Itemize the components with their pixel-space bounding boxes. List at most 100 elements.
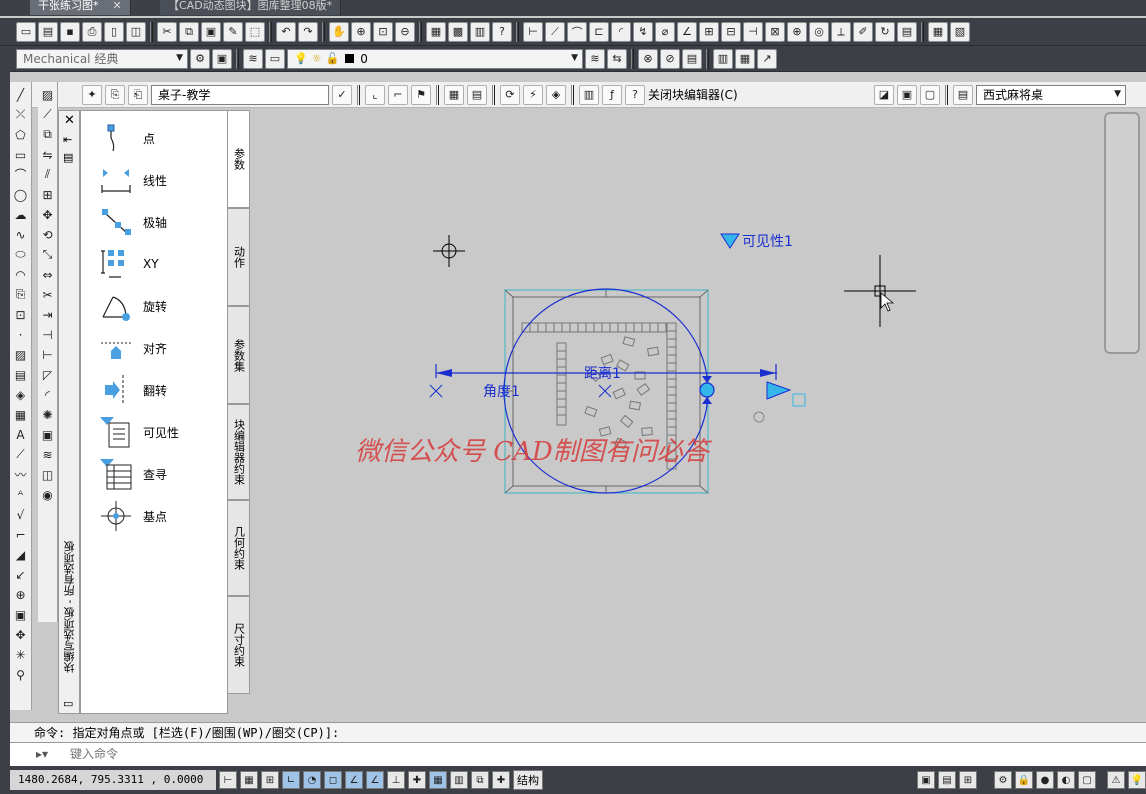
command-input[interactable]	[70, 747, 670, 761]
dim-jogged-icon[interactable]: ↯	[633, 21, 653, 42]
tab-parameter-sets[interactable]: 参数集	[228, 306, 250, 404]
param-linear[interactable]: 线性	[99, 162, 167, 198]
dim-style-icon[interactable]: ▤	[897, 21, 917, 42]
stretch-icon[interactable]: ⇔	[39, 266, 56, 283]
rotate-icon[interactable]: ⟲	[39, 226, 56, 243]
star-icon[interactable]: ✳	[12, 646, 29, 663]
hardware-acceleration-icon[interactable]: ●	[1036, 771, 1054, 789]
erase-icon[interactable]: ⟋	[39, 106, 56, 123]
copy-object-icon[interactable]: ⧉	[39, 126, 56, 143]
leader-icon[interactable]: ↙	[12, 566, 29, 583]
join-icon[interactable]: ⊢	[39, 346, 56, 363]
layer-isolate-icon[interactable]: ⊘	[660, 48, 680, 69]
visibility-parameter[interactable]: 可见性1	[720, 233, 793, 250]
save-block-icon[interactable]: ⎘	[105, 84, 125, 105]
design-center-icon[interactable]: ▩	[448, 21, 468, 42]
publish-icon[interactable]: ◫	[126, 21, 146, 42]
geometric-constraint-icon[interactable]: ⌐	[388, 84, 408, 105]
balloon-icon[interactable]: ⚲	[12, 666, 29, 683]
layer-translate-icon[interactable]: ▦	[735, 48, 755, 69]
block-name-field[interactable]: 桌子-教学	[151, 84, 329, 105]
attribute-icon[interactable]: ▣	[12, 606, 29, 623]
quick-dim-icon[interactable]: ⊞	[699, 21, 719, 42]
revcloud-icon[interactable]: ☁	[12, 206, 29, 223]
grid-display-icon[interactable]: ⊞	[261, 771, 279, 789]
ellipse-icon[interactable]: ⬭	[12, 246, 29, 263]
dynamic-ucs-icon[interactable]: ⊥	[387, 771, 405, 789]
break-icon[interactable]: ⊣	[39, 326, 56, 343]
lookup-grip[interactable]	[766, 381, 792, 400]
array-icon[interactable]: ⊞	[39, 186, 56, 203]
make-current-icon[interactable]: ≋	[585, 48, 605, 69]
quick-properties-icon[interactable]: ⧉	[471, 771, 489, 789]
dim-continue-icon[interactable]: ⊣	[743, 21, 763, 42]
layout-view-icon[interactable]: ▤	[938, 771, 956, 789]
copy-icon[interactable]: ⧉	[179, 21, 199, 42]
print-icon[interactable]: ⎙	[82, 21, 102, 42]
make-invisible-icon[interactable]: ▢	[920, 84, 940, 105]
dynamic-input-icon[interactable]: ✚	[408, 771, 426, 789]
dim-angular-icon[interactable]: ∠	[677, 21, 697, 42]
transparency-icon[interactable]: ▥	[450, 771, 468, 789]
inspect-icon[interactable]: ◎	[809, 21, 829, 42]
hatch-icon[interactable]: ▨	[12, 346, 29, 363]
scale-icon[interactable]: ⤡	[39, 246, 56, 263]
table-icon[interactable]: ▦	[12, 406, 29, 423]
save-icon[interactable]: ▪	[60, 21, 80, 42]
block-editor-icon[interactable]: ⬚	[245, 21, 265, 42]
group-icon[interactable]: ▣	[39, 426, 56, 443]
symbol-icon[interactable]: ⊕	[12, 586, 29, 603]
dim-arc-icon[interactable]: ⌒	[567, 21, 587, 42]
isolate-objects-icon[interactable]: ◐	[1057, 771, 1075, 789]
gear-icon[interactable]: ⚙	[190, 48, 210, 69]
region-icon[interactable]: ◈	[12, 386, 29, 403]
text-icon[interactable]: ᴬ	[12, 486, 29, 503]
gradient-icon[interactable]: ▤	[12, 366, 29, 383]
tolerance-icon[interactable]: ⊠	[765, 21, 785, 42]
ellipse-arc-icon[interactable]: ◠	[12, 266, 29, 283]
rotation-grip[interactable]	[699, 382, 715, 398]
dim-diameter-icon[interactable]: ⌀	[655, 21, 675, 42]
insert-block-icon[interactable]: ⎘	[12, 286, 29, 303]
define-attribute-icon[interactable]: ◈	[546, 84, 566, 105]
edit-block-icon[interactable]: ✦	[82, 84, 102, 105]
zoom-previous-icon[interactable]: ⊖	[395, 21, 415, 42]
model-structure-label[interactable]: 结构	[513, 770, 543, 790]
layer-previous-icon[interactable]: ⇆	[607, 48, 627, 69]
param-polar[interactable]: 极轴	[99, 204, 167, 240]
auto-constrain-icon[interactable]: ⌞	[365, 84, 385, 105]
layer-change-icon[interactable]: ↗	[757, 48, 777, 69]
cut-icon[interactable]: ✂	[157, 21, 177, 42]
param-point[interactable]: 点	[99, 120, 155, 156]
layout-icon[interactable]: ▧	[950, 21, 970, 42]
hatch-pattern-icon[interactable]: ▨	[39, 86, 56, 103]
tab-block-constraints[interactable]: 块编辑器约束	[228, 404, 250, 500]
help-icon[interactable]: ?	[625, 84, 645, 105]
redo-icon[interactable]: ↷	[298, 21, 318, 42]
dim-linear-icon[interactable]: ⊢	[523, 21, 543, 42]
layer-off-icon[interactable]: ⊗	[638, 48, 658, 69]
wedge-icon[interactable]: ◢	[12, 546, 29, 563]
trim-icon[interactable]: ✂	[39, 286, 56, 303]
construction-line-icon[interactable]: ⤫	[12, 106, 29, 123]
help-icon[interactable]: ?	[492, 21, 512, 42]
sketch-icon[interactable]: 〰	[12, 466, 29, 483]
properties-icon[interactable]: ▦	[426, 21, 446, 42]
ortho-mode-icon[interactable]: ∟	[282, 771, 300, 789]
make-block-icon[interactable]: ⊡	[12, 306, 29, 323]
3d-osnap-icon[interactable]: ∠	[345, 771, 363, 789]
arc-icon[interactable]: ⌒	[12, 166, 29, 183]
move-object-icon[interactable]: ✥	[39, 206, 56, 223]
layer-dropdown[interactable]: 💡 ☼ 🔓 0 ▼	[287, 48, 583, 69]
object-snap-tracking-icon[interactable]: ∠	[366, 771, 384, 789]
workspace-settings-icon[interactable]: ▣	[212, 48, 232, 69]
pan-icon[interactable]: ✋	[329, 21, 349, 42]
attribute-definition-icon[interactable]: ▦	[444, 84, 464, 105]
palette-menu-icon[interactable]: ▭	[63, 697, 73, 710]
infer-constraints-icon[interactable]: ⊢	[219, 771, 237, 789]
oblique-icon[interactable]: ⟂	[831, 21, 851, 42]
show-constraints-icon[interactable]: ⚑	[411, 84, 431, 105]
clean-screen-icon[interactable]: ▢	[1078, 771, 1096, 789]
undo-icon[interactable]: ↶	[276, 21, 296, 42]
close-block-editor-button[interactable]: 关闭块编辑器(C)	[648, 86, 738, 103]
